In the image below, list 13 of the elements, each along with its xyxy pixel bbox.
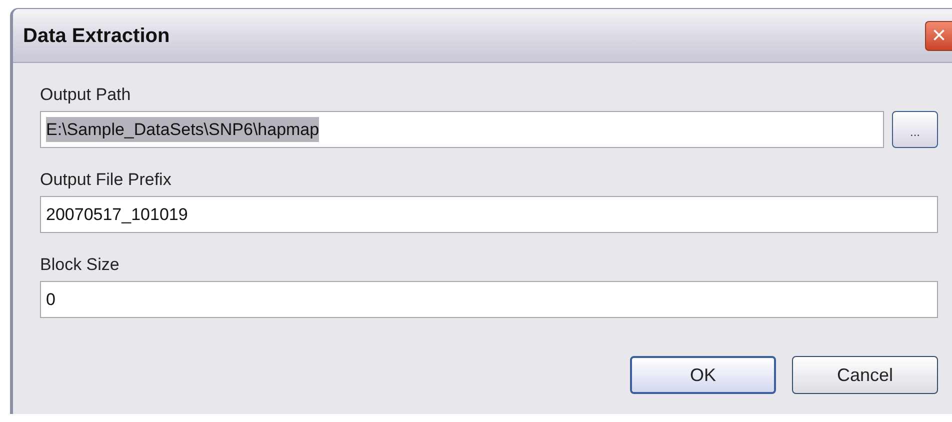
input-field[interactable]: 0 [40,281,938,318]
field-label: Output File Prefix [40,170,172,190]
dialog-button[interactable]: OK [630,356,776,394]
field-label: Block Size [40,255,120,275]
field-value: 20070517_101019 [46,204,188,226]
input-field[interactable]: E:\Sample_DataSets\SNP6\hapmap [40,111,884,148]
browse-button[interactable]: ... [892,111,938,148]
window-title: Data Extraction [23,24,170,48]
field-value: 0 [46,288,56,311]
field-value: E:\Sample_DataSets\SNP6\hapmap [46,116,320,142]
dialog-button[interactable]: Cancel [792,356,938,394]
field-label: Output Path [40,85,132,105]
input-field[interactable]: 20070517_101019 [40,196,938,233]
